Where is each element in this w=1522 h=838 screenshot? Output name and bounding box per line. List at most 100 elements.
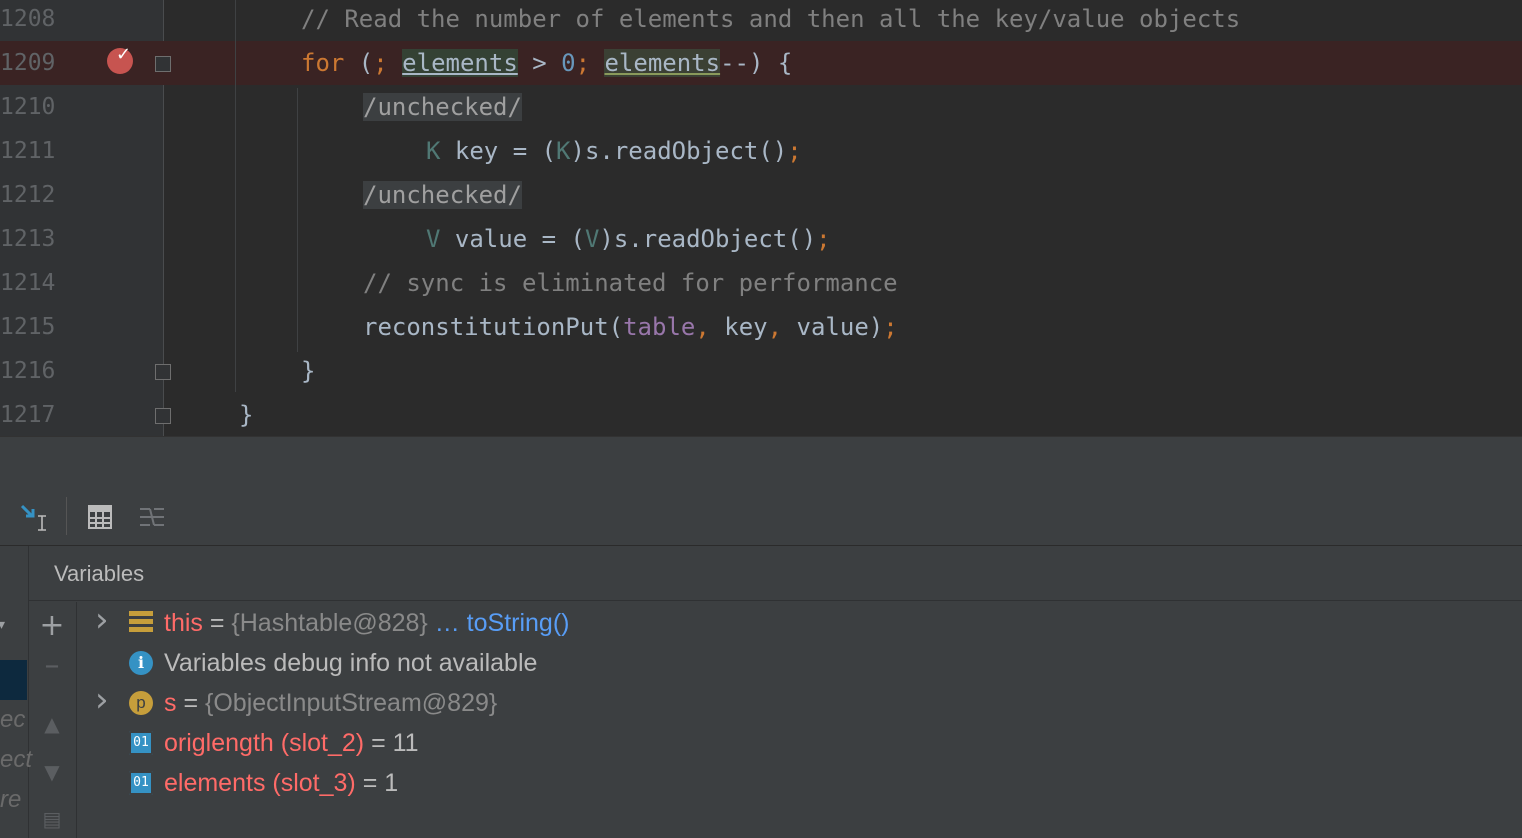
variables-side-toolbar: + – ▲ ▼ ▤ [28,602,77,838]
code-line[interactable]: 1214 // sync is eliminated for performanc… [0,261,1522,305]
variable-link[interactable]: … toString() [428,609,570,637]
code-token: --) { [720,49,793,77]
code-text[interactable]: for (; elements > 0; elements--) { [301,41,792,85]
variable-name: s [164,689,177,717]
code-line[interactable]: 1217} [0,393,1522,436]
line-number[interactable]: 1213 [0,217,60,261]
object-fields-icon [129,611,153,635]
move-up-icon[interactable]: ▲ [28,712,76,736]
code-token: table [623,313,696,341]
variable-value: 11 [392,729,419,757]
indent-guide [297,88,298,352]
fold-marker-icon[interactable] [155,364,171,380]
code-token: ( [344,49,374,77]
line-number[interactable]: 1208 [0,0,60,41]
variable-row[interactable]: 01 origlength (slot_2) = 11 [95,723,1495,763]
line-number[interactable]: 1210 [0,85,60,129]
variable-row[interactable]: 01 elements (slot_3) = 1 [95,763,1495,803]
copy-icon[interactable]: ▤ [28,807,76,831]
code-text[interactable]: /unchecked/ [363,173,522,217]
truncated-frame-text: re [0,786,22,813]
code-line[interactable]: 1209 for (; elements > 0; elements--) { [0,41,1522,85]
variable-text: this = {Hashtable@828} … toString() [164,603,569,643]
code-line[interactable]: 1213 V value = (V)s.readObject(); [0,217,1522,261]
code-text[interactable]: } [239,393,253,436]
breakpoint-check-icon: ✓ [116,44,132,65]
code-text[interactable]: // Read the number of elements and then … [301,0,1240,41]
code-editor[interactable]: 1208 // Read the number of elements and t… [0,0,1522,436]
variable-text: origlength (slot_2) = 11 [164,723,419,763]
code-line[interactable]: 1211 K key = (K)s.readObject(); [0,129,1522,173]
expand-arrow-icon[interactable]: › [95,600,109,640]
info-icon: i [129,651,153,675]
line-number[interactable]: 1217 [0,393,60,436]
panel-splitter[interactable] [0,436,1522,490]
settings-list-icon[interactable] [137,502,167,532]
code-text[interactable]: } [301,349,315,393]
code-line[interactable]: 1208 // Read the number of elements and t… [0,0,1522,41]
frames-panel-edge[interactable]: ▾ ec ect re [0,546,32,838]
code-token: reconstitutionPut( [363,313,624,341]
code-token: /unchecked/ [363,93,522,121]
variable-row[interactable]: › p s = {ObjectInputStream@829} [95,680,1495,723]
code-text[interactable]: reconstitutionPut(table, key, value); [363,305,898,349]
code-token: 0 [561,49,576,77]
code-token: ; [883,313,898,341]
code-line[interactable]: 1212/unchecked/ [0,173,1522,217]
variable-eq: = [176,689,205,717]
code-text[interactable]: /unchecked/ [363,85,522,129]
indent-guide [235,0,236,392]
code-text[interactable]: V value = (V)s.readObject(); [426,217,831,261]
fold-marker-icon[interactable] [155,56,171,72]
code-line[interactable]: 1210/unchecked/ [0,85,1522,129]
variable-name: elements (slot_3) [164,769,356,797]
code-token: V [584,225,600,253]
code-token: elements [604,49,721,77]
add-watch-icon[interactable]: + [28,608,76,643]
fold-marker-icon[interactable] [155,408,171,424]
variable-row[interactable]: › this = {Hashtable@828} … toString() [95,600,1495,643]
move-down-icon[interactable]: ▼ [28,760,76,784]
variable-eq: = [202,609,232,637]
code-text[interactable]: K key = (K)s.readObject(); [426,129,802,173]
code-token: V [426,225,441,253]
code-token: ; [373,49,388,77]
primitive-icon: 01 [129,731,153,755]
line-number[interactable]: 1214 [0,261,60,305]
line-number[interactable]: 1216 [0,349,60,393]
line-number[interactable]: 1212 [0,173,60,217]
code-token: K [556,137,571,165]
variable-value: 1 [384,769,399,797]
code-token: for [301,49,345,77]
code-token: value = ( [440,225,585,253]
variables-title: Variables [54,561,145,586]
selected-frame[interactable] [0,660,27,700]
expand-arrow-icon[interactable]: › [95,680,109,720]
parameter-icon: p [129,691,153,715]
code-token: } [239,401,254,429]
code-line[interactable]: 1216} [0,349,1522,393]
variable-row[interactable]: i Variables debug info not available [95,643,1495,683]
code-text[interactable]: // sync is eliminated for performance [363,261,898,305]
chevron-down-icon[interactable]: ▾ [0,616,5,633]
step-into-icon[interactable] [20,502,50,532]
variable-message: Variables debug info not available [164,649,538,677]
variable-text: Variables debug info not available [164,643,537,683]
code-token: key [724,313,768,341]
line-number[interactable]: 1215 [0,305,60,349]
line-number[interactable]: 1211 [0,129,60,173]
variable-type: {ObjectInputStream@829} [205,689,498,717]
debug-variables-panel: ▾ ec ect re Variables + – ▲ ▼ ▤ › this = … [0,546,1522,838]
code-token: ; [816,225,831,253]
code-token: key = ( [440,137,557,165]
variable-text: s = {ObjectInputStream@829} [164,683,497,723]
debug-toolbar [0,489,1522,546]
code-token: , [767,313,797,341]
code-line[interactable]: 1215 reconstitutionPut(table, key, value)… [0,305,1522,349]
code-token: )s.readObject() [599,225,817,253]
remove-watch-icon[interactable]: – [28,648,76,683]
code-token: , [695,313,725,341]
line-number[interactable]: 1209 [0,41,60,85]
evaluate-expression-icon[interactable] [85,502,115,532]
